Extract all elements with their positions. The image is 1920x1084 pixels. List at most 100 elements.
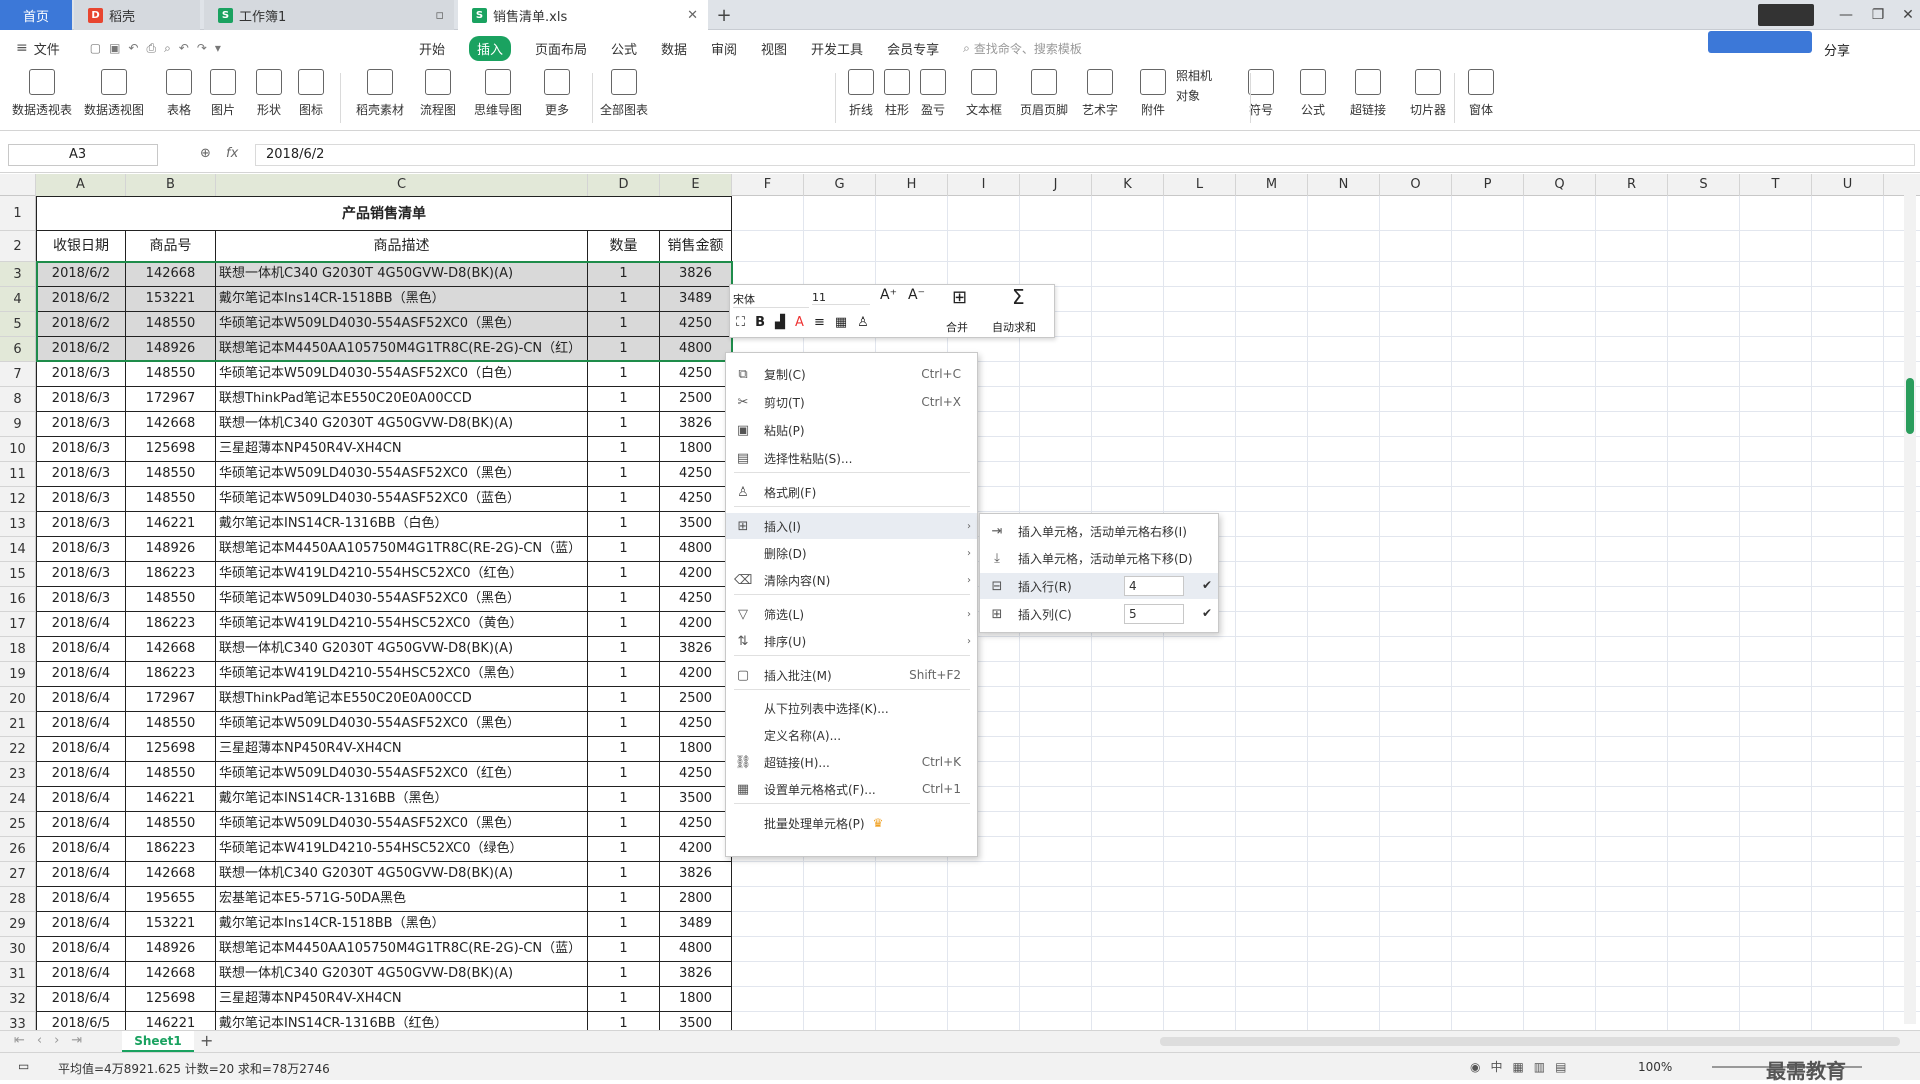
table-cell[interactable]: 4250 [660,762,732,787]
table-cell[interactable]: 2018/6/4 [36,912,126,937]
table-cell[interactable]: 1 [588,837,660,862]
menu-member[interactable]: 会员专享 [887,39,939,58]
row-header[interactable]: 16 [0,587,36,612]
table-cell[interactable]: 148550 [126,362,216,387]
table-cell[interactable]: 2018/6/4 [36,612,126,637]
monitor-icon[interactable]: ▭ [18,1059,29,1073]
table-cell[interactable]: 2018/6/4 [36,862,126,887]
confirm-check-icon[interactable]: ✔ [1202,606,1212,620]
formula-input[interactable]: 2018/6/2 [255,144,1915,166]
row-header[interactable]: 22 [0,737,36,762]
zoom-icon[interactable]: ⊕ [200,146,211,161]
table-cell[interactable]: 华硕笔记本W509LD4030-554ASF52XC0（蓝色） [216,487,588,512]
minimize-button[interactable]: — [1834,3,1858,27]
format-icons[interactable]: ⛶B▟A≡▦♙ [736,315,879,330]
table-cell[interactable]: 3826 [660,962,732,987]
table-cell[interactable]: 1 [588,587,660,612]
table-cell[interactable]: 1 [588,462,660,487]
table-cell[interactable]: 华硕笔记本W509LD4030-554ASF52XC0（红色） [216,762,588,787]
tab-daoke[interactable]: D 稻壳 [74,0,200,30]
table-cell[interactable]: 4250 [660,712,732,737]
font-size-select[interactable]: 11 [812,291,870,305]
table-cell[interactable]: 2018/6/3 [36,562,126,587]
table-cell[interactable]: 142668 [126,412,216,437]
table-cell[interactable]: 2018/6/4 [36,812,126,837]
row-header[interactable]: 28 [0,887,36,912]
table-cell[interactable]: 联想一体机C340 G2030T 4G50GVW-D8(BK)(A) [216,962,588,987]
table-cell[interactable]: 4200 [660,612,732,637]
menu-review[interactable]: 审阅 [711,39,737,58]
table-cell[interactable]: 4250 [660,587,732,612]
table-cell[interactable]: 2018/6/4 [36,837,126,862]
table-cell[interactable]: 2018/6/4 [36,687,126,712]
column-header-D[interactable]: D [588,174,660,196]
table-cell[interactable]: 3826 [660,862,732,887]
row-header[interactable]: 31 [0,962,36,987]
table-cell[interactable]: 148550 [126,462,216,487]
insert-column-count[interactable]: 5 [1124,604,1184,624]
table-cell[interactable]: 1 [588,562,660,587]
column-header-A[interactable]: A [36,174,126,196]
font-select[interactable]: 宋体 [733,291,809,308]
table-cell[interactable]: 联想一体机C340 G2030T 4G50GVW-D8(BK)(A) [216,412,588,437]
table-cell[interactable]: 146221 [126,512,216,537]
column-header-G[interactable]: G [804,174,876,196]
column-header-B[interactable]: B [126,174,216,196]
column-header-M[interactable]: M [1236,174,1308,196]
row-header[interactable]: 17 [0,612,36,637]
table-cell[interactable]: 142668 [126,962,216,987]
context-item-8[interactable]: ▽ 筛选(L) › [726,601,977,627]
table-cell[interactable]: 4250 [660,487,732,512]
context-item-10[interactable]: ▢ 插入批注(M) Shift+F2 [726,662,977,688]
status-icons[interactable]: ◉中▦▥▤ [1470,1058,1577,1075]
row-header[interactable]: 13 [0,512,36,537]
corner-cell[interactable] [0,174,36,196]
table-cell[interactable]: 3500 [660,1012,732,1030]
table-cell[interactable]: 1 [588,512,660,537]
table-cell[interactable]: 2018/6/3 [36,512,126,537]
ribbon-btn-5[interactable]: 图标 [298,69,324,118]
table-cell[interactable]: 2018/6/4 [36,937,126,962]
table-cell[interactable]: 172967 [126,687,216,712]
tab-home[interactable]: 首页 [0,0,72,30]
table-cell[interactable]: 1 [588,637,660,662]
ribbon-btn-13[interactable]: 盈亏 [920,69,946,118]
table-cell[interactable]: 戴尔笔记本INS14CR-1316BB（红色） [216,1012,588,1030]
table-cell[interactable]: 2018/6/3 [36,412,126,437]
ribbon-btn-16[interactable]: 艺术字 [1082,69,1118,118]
context-item-11[interactable]: 从下拉列表中选择(K)... [726,695,977,721]
table-cell[interactable]: 4200 [660,562,732,587]
table-cell[interactable]: 2018/6/4 [36,787,126,812]
row-header[interactable]: 19 [0,662,36,687]
table-cell[interactable]: 4200 [660,662,732,687]
context-item-3[interactable]: ▤ 选择性粘贴(S)... [726,445,977,471]
row-header[interactable]: 11 [0,462,36,487]
horizontal-scrollbar[interactable] [1160,1037,1900,1046]
merge-icon[interactable]: ⊞ [952,287,967,308]
sheet-nav-icons[interactable]: ⇤‹›⇥ [14,1033,94,1048]
table-cell[interactable]: 1800 [660,737,732,762]
table-cell[interactable]: 142668 [126,862,216,887]
row-header[interactable]: 6 [0,337,36,362]
row-header[interactable]: 21 [0,712,36,737]
tab-close-icon[interactable]: ✕ [687,8,698,23]
table-cell[interactable]: 3826 [660,412,732,437]
table-cell[interactable]: 三星超薄本NP450R4V-XH4CN [216,987,588,1012]
ribbon-btn-1[interactable]: 数据透视图 [84,69,144,118]
table-cell[interactable]: 148926 [126,937,216,962]
ribbon-btn-18[interactable]: 照相机 [1176,67,1212,84]
scroll-thumb[interactable] [1906,378,1914,434]
row-header[interactable]: 26 [0,837,36,862]
insert-cell-shift-down[interactable]: ⤓ 插入单元格，活动单元格下移(D) [980,545,1218,571]
table-cell[interactable]: 125698 [126,987,216,1012]
table-cell[interactable]: 186223 [126,562,216,587]
table-cell[interactable]: 148550 [126,487,216,512]
table-cell[interactable]: 1 [588,537,660,562]
menu-page-layout[interactable]: 页面布局 [535,39,587,58]
context-item-0[interactable]: ⧉ 复制(C) Ctrl+C [726,361,977,387]
decrease-font-icon[interactable]: A⁻ [908,287,925,303]
autosum-button[interactable]: 自动求和 [992,319,1036,335]
column-header-L[interactable]: L [1164,174,1236,196]
table-cell[interactable]: 1 [588,437,660,462]
context-item-9[interactable]: ⇅ 排序(U) › [726,628,977,654]
